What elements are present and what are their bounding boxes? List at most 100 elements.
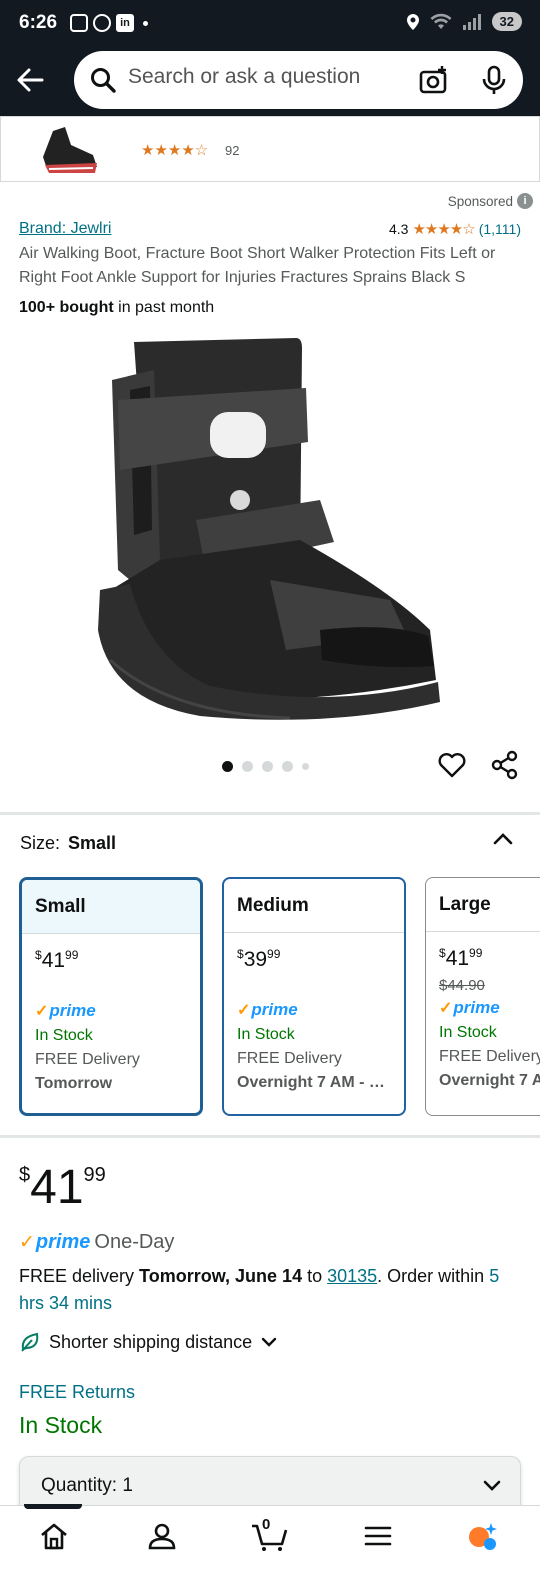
prime-text: prime (251, 1000, 298, 1019)
free-delivery: FREE Delivery (237, 1050, 342, 1067)
stock-status: In Stock (19, 1412, 103, 1438)
prime-check-icon: ✓ (439, 1000, 453, 1017)
price-fraction: 99 (267, 947, 281, 961)
search-icon (91, 68, 116, 93)
more-notifications-icon (143, 20, 148, 26)
leaf-icon (21, 1332, 39, 1352)
price-fraction: 99 (65, 948, 79, 962)
account-icon[interactable] (146, 1520, 178, 1552)
prime-text: prime (35, 1231, 91, 1253)
prime-one-day-text: One-Day (94, 1231, 175, 1253)
size-option-large[interactable]: Large $4199 $44.90 ✓ prime In Stock FREE … (425, 877, 540, 1116)
wifi-icon (430, 13, 452, 29)
cart-button[interactable]: 0 (250, 1516, 290, 1552)
stock-status: In Stock (237, 1026, 295, 1043)
delivery-to: to (302, 1266, 328, 1286)
system-icons: 32 (406, 12, 522, 31)
sponsored-text: Sponsored (447, 193, 513, 209)
prime-check-icon: ✓ (237, 1002, 251, 1019)
size-option-price: $4199 (35, 948, 79, 972)
search-bar[interactable] (74, 51, 523, 109)
signal-icon (462, 13, 481, 30)
price-whole: 39 (243, 948, 268, 971)
stock-status: In Stock (439, 1024, 497, 1041)
product-title: Air Walking Boot, Fracture Boot Short Wa… (19, 245, 496, 286)
prime-text: prime (49, 1001, 96, 1020)
shorter-shipping[interactable]: Shorter shipping distance (19, 1331, 278, 1353)
rating-count-link[interactable]: (1,111) (479, 221, 521, 237)
list-price: $44.90 (439, 977, 485, 994)
size-option-name: Medium (224, 879, 404, 933)
size-option-price: $3999 (237, 947, 281, 971)
free-delivery: FREE Delivery (35, 1051, 140, 1068)
share-icon[interactable] (490, 750, 520, 780)
delivery-info: FREE delivery Tomorrow, June 14 to 30135… (19, 1263, 524, 1317)
prime-badge: ✓ prime (237, 1000, 391, 1020)
search-input[interactable] (128, 65, 418, 89)
back-arrow-icon[interactable] (12, 62, 48, 98)
price-fraction: 99 (83, 1164, 106, 1186)
sponsored-label[interactable]: Sponsored i (448, 193, 533, 209)
main-price: $4199 (19, 1160, 106, 1215)
prime-badge: ✓ prime (35, 1001, 187, 1021)
image-carousel-dots[interactable] (222, 761, 309, 772)
status-bar: 6:26 in 32 (0, 0, 540, 48)
microphone-icon[interactable] (481, 65, 507, 95)
rufus-assistant-icon[interactable] (466, 1520, 498, 1552)
size-option-name: Small (22, 880, 200, 934)
quantity-label: Quantity: 1 (41, 1475, 133, 1496)
search-header (0, 48, 540, 116)
bought-count: 100+ bought in past month (19, 299, 214, 317)
size-option-small[interactable]: Small $4199 ✓ prime In Stock FREE Deliver… (19, 877, 203, 1116)
messenger-icon (93, 14, 111, 32)
carousel-dot[interactable] (262, 761, 273, 772)
product-image[interactable] (90, 330, 450, 730)
home-icon[interactable] (38, 1520, 70, 1552)
free-returns-link[interactable]: FREE Returns (19, 1382, 135, 1403)
delivery-time: Overnight 7 AM (439, 1072, 540, 1089)
sponsored-banner[interactable]: ★★★★☆ 92 (0, 116, 540, 182)
size-option-price: $4199 (439, 946, 483, 970)
zip-code-link[interactable]: 30135 (327, 1266, 377, 1286)
prime-check-icon: ✓ (19, 1232, 35, 1253)
bought-rest: in past month (113, 299, 215, 316)
cart-count: 0 (262, 1516, 271, 1533)
delivery-order-text: . Order within (377, 1266, 490, 1286)
price-whole: 41 (30, 1161, 84, 1214)
rating-summary[interactable]: 4.3 ★★★★☆ (1,111) (389, 220, 521, 238)
carousel-dot[interactable] (222, 761, 233, 772)
shorter-shipping-text: Shorter shipping distance (49, 1331, 253, 1352)
delivery-prefix: FREE delivery (19, 1266, 140, 1286)
active-tab-indicator (24, 1504, 82, 1509)
currency-symbol: $ (19, 1164, 31, 1186)
carousel-dot[interactable] (282, 761, 293, 772)
delivery-time: Overnight 7 AM - 11 AM (237, 1074, 391, 1091)
price-whole: 41 (445, 947, 470, 970)
heart-icon[interactable] (437, 750, 467, 780)
prime-check-icon: ✓ (35, 1003, 49, 1020)
screenshot-icon (70, 14, 88, 32)
size-option-name: Large (426, 878, 540, 932)
price-fraction: 99 (469, 946, 483, 960)
stock-status: In Stock (35, 1027, 93, 1044)
rating-value: 4.3 (389, 221, 409, 237)
carousel-dot[interactable] (302, 763, 309, 770)
info-icon: i (517, 193, 533, 209)
delivery-time: Tomorrow (35, 1075, 113, 1092)
size-option-medium[interactable]: Medium $3999 ✓ prime In Stock FREE Delive… (222, 877, 406, 1116)
rating-stars: ★★★★☆ (412, 221, 475, 238)
chevron-up-icon[interactable] (490, 826, 516, 852)
prime-badge: ✓ prime (439, 998, 540, 1018)
price-whole: 41 (41, 949, 66, 972)
section-divider (0, 1135, 540, 1138)
size-label-text: Size: (20, 833, 61, 853)
carousel-dot[interactable] (242, 761, 253, 772)
chevron-down-icon (483, 1480, 501, 1491)
chevron-down-icon (261, 1337, 277, 1347)
linkedin-icon: in (116, 14, 134, 32)
banner-shoe-image (43, 127, 97, 173)
menu-icon[interactable] (362, 1520, 394, 1552)
camera-search-icon[interactable] (419, 65, 449, 95)
brand-link[interactable]: Brand: Jewlri (19, 220, 111, 238)
size-selected: Small (68, 833, 117, 853)
